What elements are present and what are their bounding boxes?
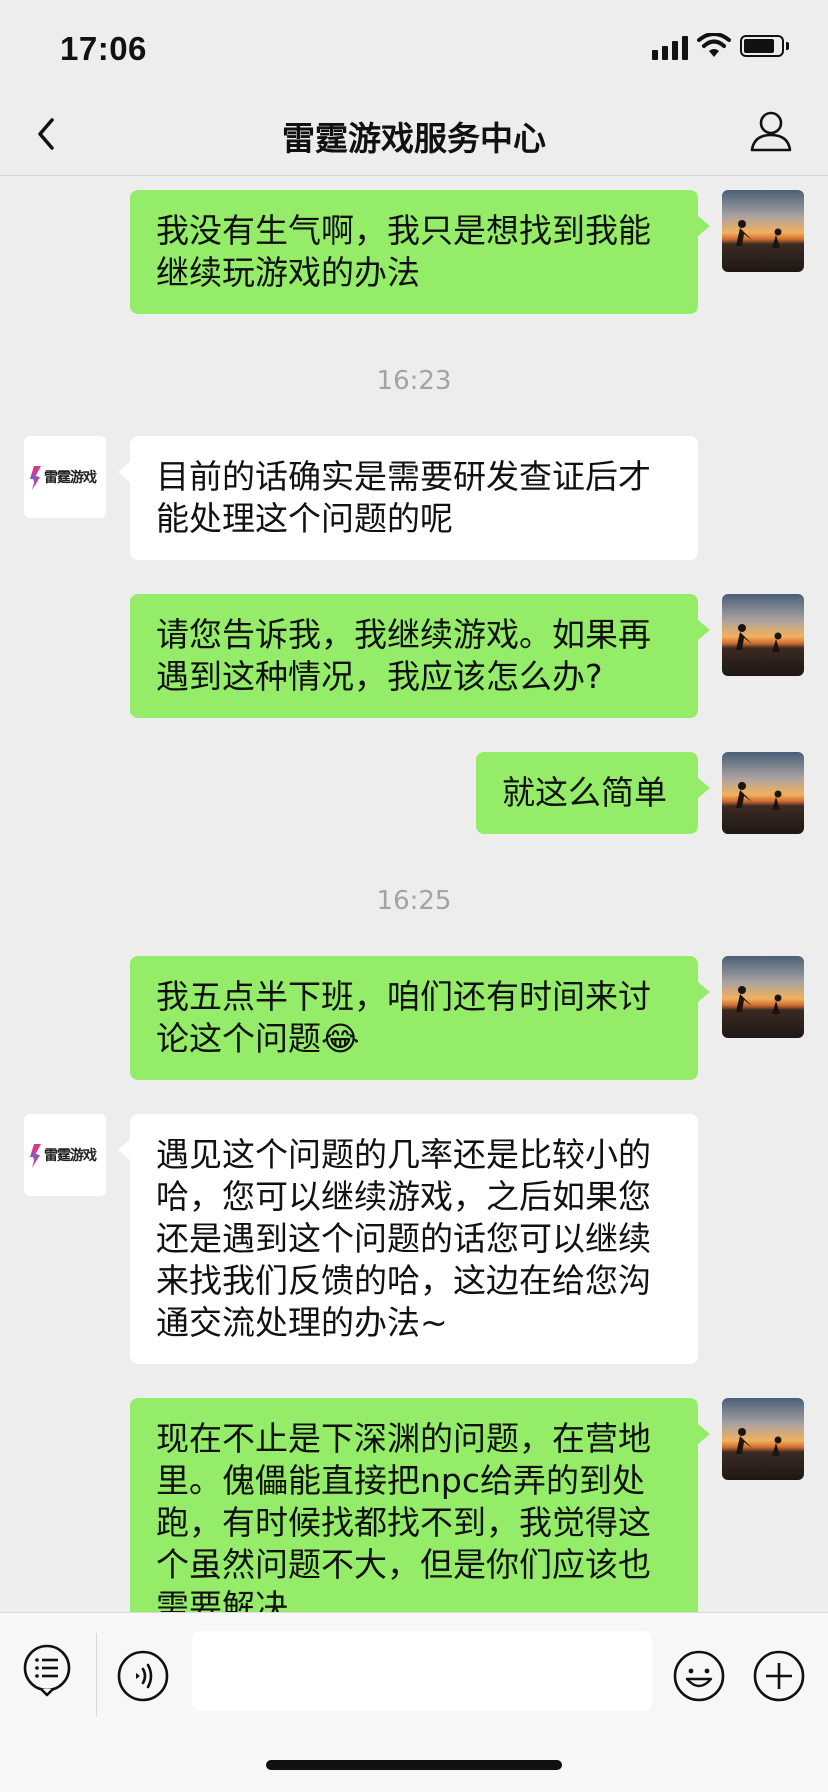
chat-area[interactable]: 我没有生气啊，我只是想找到我能继续玩游戏的办法 16:23 雷霆游戏 目前的话确… bbox=[0, 176, 828, 1612]
home-indicator bbox=[266, 1760, 562, 1770]
message-bubble[interactable]: 我五点半下班，咱们还有时间来讨论这个问题😂 bbox=[130, 956, 710, 1080]
list-menu-icon[interactable] bbox=[20, 1643, 74, 1697]
service-avatar[interactable]: 雷霆游戏 bbox=[24, 1114, 106, 1196]
message-text: 现在不止是下深渊的问题，在营地里。傀儡能直接把npc给弄的到处跑，有时候找都找不… bbox=[156, 1419, 651, 1612]
emoji-icon[interactable] bbox=[672, 1649, 726, 1703]
message-text: 目前的话确实是需要研发查证后才能处理这个问题的呢 bbox=[156, 457, 651, 538]
status-time: 17:06 bbox=[60, 30, 147, 67]
cellular-signal-icon bbox=[652, 36, 688, 60]
nav-bar: 雷霆游戏服务中心 bbox=[0, 96, 828, 176]
page-title: 雷霆游戏服务中心 bbox=[282, 119, 546, 158]
user-avatar[interactable] bbox=[722, 1398, 804, 1480]
message-text: 就这么简单 bbox=[502, 773, 667, 812]
message-input[interactable] bbox=[192, 1631, 652, 1711]
user-avatar[interactable] bbox=[722, 190, 804, 272]
message-text: 遇见这个问题的几率还是比较小的哈，您可以继续游戏，之后如果您还是遇到这个问题的话… bbox=[156, 1135, 651, 1342]
message-bubble[interactable]: 目前的话确实是需要研发查证后才能处理这个问题的呢 bbox=[118, 436, 698, 560]
wifi-icon bbox=[697, 33, 731, 57]
user-avatar[interactable] bbox=[722, 752, 804, 834]
message-bubble[interactable]: 遇见这个问题的几率还是比较小的哈，您可以继续游戏，之后如果您还是遇到这个问题的话… bbox=[118, 1114, 698, 1364]
battery-icon bbox=[740, 35, 790, 59]
brand-logo-text: 雷霆游戏 bbox=[44, 470, 97, 486]
message-text: 请您告诉我，我继续游戏。如果再遇到这种情况，我应该怎么办? bbox=[156, 615, 651, 696]
message-bubble[interactable]: 请您告诉我，我继续游戏。如果再遇到这种情况，我应该怎么办? bbox=[130, 594, 710, 718]
divider bbox=[96, 1633, 97, 1717]
service-avatar[interactable]: 雷霆游戏 bbox=[24, 436, 106, 518]
message-bubble[interactable]: 我没有生气啊，我只是想找到我能继续玩游戏的办法 bbox=[130, 190, 710, 314]
timestamp: 16:23 bbox=[376, 366, 452, 396]
message-text: 我五点半下班，咱们还有时间来讨论这个问题😂 bbox=[156, 977, 651, 1058]
voice-icon[interactable] bbox=[116, 1649, 170, 1703]
brand-logo-text: 雷霆游戏 bbox=[44, 1148, 97, 1164]
message-bubble[interactable]: 现在不止是下深渊的问题，在营地里。傀儡能直接把npc给弄的到处跑，有时候找都找不… bbox=[130, 1398, 710, 1612]
profile-icon[interactable] bbox=[748, 108, 794, 154]
message-text: 我没有生气啊，我只是想找到我能继续玩游戏的办法 bbox=[156, 211, 651, 292]
plus-icon[interactable] bbox=[752, 1649, 806, 1703]
timestamp: 16:25 bbox=[376, 886, 452, 916]
message-bubble[interactable]: 就这么简单 bbox=[476, 752, 710, 834]
status-bar: 17:06 bbox=[0, 0, 828, 96]
user-avatar[interactable] bbox=[722, 956, 804, 1038]
user-avatar[interactable] bbox=[722, 594, 804, 676]
